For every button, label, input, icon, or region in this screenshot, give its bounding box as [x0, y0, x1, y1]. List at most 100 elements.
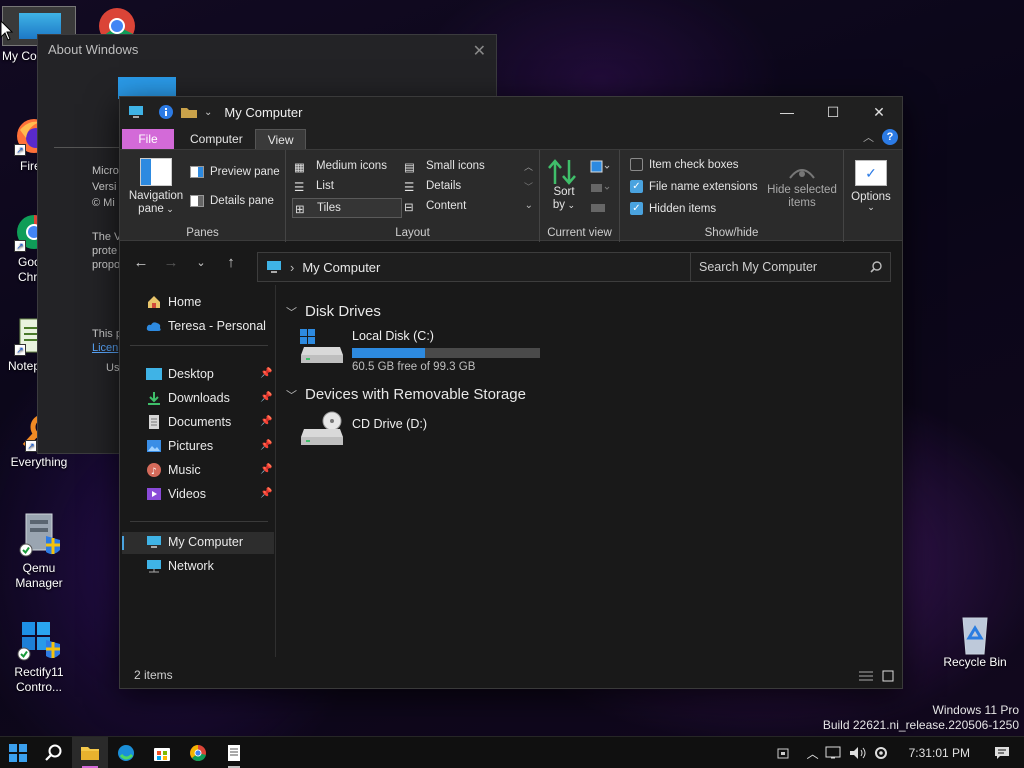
layout-option-label: Tiles [317, 202, 341, 214]
layout-details[interactable]: ☰ Details [404, 180, 461, 194]
forward-arrow-icon[interactable]: → [156, 254, 186, 271]
watermark-edition: Windows 11 Pro [932, 703, 1019, 717]
pin-icon[interactable]: 📌 [260, 392, 272, 403]
large-icons-view-icon[interactable] [882, 670, 894, 682]
size-columns-icon[interactable] [590, 202, 606, 214]
search-input[interactable]: Search My Computer [699, 260, 817, 274]
taskbar-file-explorer[interactable] [72, 736, 108, 768]
pin-icon[interactable]: 📌 [260, 368, 272, 379]
layout-content[interactable]: ⊟ Content [404, 200, 466, 214]
windows-logo-icon [9, 743, 27, 762]
nav-item-desktop[interactable]: Desktop [146, 367, 214, 381]
tab-computer[interactable]: Computer [178, 129, 255, 149]
nav-item-my-computer[interactable]: My Computer [146, 535, 243, 549]
layout-scroll-down-icon[interactable]: ﹀ [524, 180, 533, 193]
keyboard-layout-icon[interactable] [777, 747, 791, 759]
details-pane-button[interactable]: Details pane [190, 195, 274, 207]
edge-icon [117, 744, 135, 762]
notification-center-icon[interactable] [994, 746, 1010, 760]
properties-icon[interactable] [158, 104, 174, 120]
hidden-items-toggle[interactable]: ✓ Hidden items [630, 202, 716, 215]
chevron-down-icon[interactable]: ⌄ [204, 107, 212, 118]
nav-item-documents[interactable]: Documents [146, 415, 231, 429]
new-folder-icon[interactable] [180, 105, 198, 119]
group-header-disk-drives[interactable]: ﹀ Disk Drives [286, 303, 381, 320]
search-box[interactable]: Search My Computer [690, 252, 891, 282]
group-header-removable-storage[interactable]: ﹀ Devices with Removable Storage [286, 386, 526, 403]
breadcrumb-my-computer[interactable]: My Computer [302, 260, 380, 275]
close-icon[interactable]: ✕ [473, 41, 486, 61]
desktop-icon-qemu-manager[interactable]: Qemu Manager [4, 512, 74, 591]
nav-item-videos[interactable]: Videos [146, 487, 206, 501]
tab-file[interactable]: File [122, 129, 174, 149]
layout-list[interactable]: ☰ List [294, 180, 334, 194]
taskbar-chrome[interactable] [180, 737, 216, 768]
item-check-boxes-toggle[interactable]: Item check boxes [630, 158, 738, 171]
layout-scroll-up-icon[interactable]: ︿ [524, 160, 533, 173]
maximize-button[interactable]: ☐ [810, 97, 856, 127]
close-button[interactable]: ✕ [856, 97, 902, 127]
drive-tile-cd-drive-d[interactable]: CD Drive (D:) [300, 411, 427, 447]
layout-option-label: Medium icons [316, 160, 387, 172]
item-check-boxes-checkbox[interactable] [630, 158, 643, 171]
details-view-icon[interactable] [858, 670, 874, 682]
drive-tile-local-disk-c[interactable]: Local Disk (C:) 60.5 GB free of 99.3 GB [300, 329, 540, 373]
show-hidden-icons-chevron-icon[interactable]: ︿ [807, 745, 819, 762]
layout-tiles[interactable]: ⊞ Tiles [292, 198, 402, 218]
nav-item-label: Home [168, 295, 202, 309]
taskbar-edge[interactable] [108, 737, 144, 768]
minimize-button[interactable]: — [764, 97, 810, 127]
pin-icon[interactable]: 📌 [260, 488, 272, 499]
medium-icons-icon: ▦ [294, 162, 305, 174]
layout-small-icons[interactable]: ▤ Small icons [404, 160, 485, 174]
tab-view[interactable]: View [254, 129, 307, 149]
desktop-icon-rectify11[interactable]: Rectify11 Contro... [4, 616, 74, 695]
sort-label: Sort [553, 186, 575, 198]
hide-selected-label: Hide selected [767, 184, 837, 196]
taskbar-store[interactable] [144, 737, 180, 768]
desktop-icon-label: Qemu Manager [15, 561, 63, 590]
collapse-ribbon-icon[interactable]: ︿ [863, 129, 874, 145]
help-icon[interactable]: ? [882, 129, 898, 145]
title-bar[interactable]: ⌄ My Computer — ☐ ✕ [120, 97, 902, 127]
file-explorer-window[interactable]: ⌄ My Computer — ☐ ✕ File Computer View ︿… [119, 96, 903, 689]
back-arrow-icon[interactable]: ← [126, 254, 156, 271]
group-by-icon[interactable] [590, 160, 610, 174]
settings-gear-icon[interactable] [873, 745, 889, 761]
options-button[interactable]: ✓ Options ⌄ [848, 160, 894, 212]
nav-item-music[interactable]: ♪ Music [146, 463, 201, 477]
add-columns-icon[interactable] [590, 182, 610, 194]
taskbar-search-button[interactable] [36, 737, 72, 768]
up-arrow-icon[interactable]: ↑ [216, 254, 246, 271]
file-name-extensions-toggle[interactable]: ✓ File name extensions [630, 180, 758, 193]
nav-item-home[interactable]: Home [146, 295, 201, 309]
nav-item-label: Downloads [168, 391, 230, 405]
options-icon: ✓ [855, 160, 887, 186]
hidden-items-checkbox[interactable]: ✓ [630, 202, 643, 215]
taskbar-clock[interactable]: 7:31:01 PM [909, 746, 970, 760]
file-name-extensions-checkbox[interactable]: ✓ [630, 180, 643, 193]
nav-item-pictures[interactable]: Pictures [146, 439, 213, 453]
volume-icon[interactable] [849, 746, 867, 760]
nav-item-network[interactable]: Network [146, 559, 214, 573]
nav-item-downloads[interactable]: Downloads [146, 391, 230, 405]
about-text-line: Us [106, 362, 120, 374]
desktop-icon-recycle-bin[interactable]: Recycle Bin [940, 612, 1010, 670]
layout-medium-icons[interactable]: ▦ Medium icons [294, 160, 387, 174]
license-link[interactable]: Licen [92, 340, 118, 356]
sort-by-button[interactable]: Sort by ⌄ [546, 158, 582, 212]
network-status-icon[interactable] [825, 746, 843, 760]
nav-item-onedrive[interactable]: Teresa - Personal [146, 319, 266, 333]
taskbar-about-windows[interactable] [216, 737, 252, 768]
pin-icon[interactable]: 📌 [260, 464, 272, 475]
pin-icon[interactable]: 📌 [260, 416, 272, 427]
ribbon-view: Navigation pane ⌄ Preview pane Details p… [120, 149, 902, 242]
layout-expand-icon[interactable]: ⌄ [525, 200, 533, 211]
pin-icon[interactable]: 📌 [260, 440, 272, 451]
navigation-pane-button[interactable]: Navigation pane ⌄ [126, 158, 186, 216]
recent-locations-chevron-icon[interactable]: ⌄ [186, 256, 216, 269]
ribbon-group-layout: ▦ Medium icons ▤ Small icons ☰ List ☰ Detail… [286, 150, 540, 242]
start-button[interactable] [0, 737, 36, 768]
hide-selected-items-button[interactable]: Hide selected items [764, 160, 840, 210]
preview-pane-button[interactable]: Preview pane [190, 166, 280, 178]
